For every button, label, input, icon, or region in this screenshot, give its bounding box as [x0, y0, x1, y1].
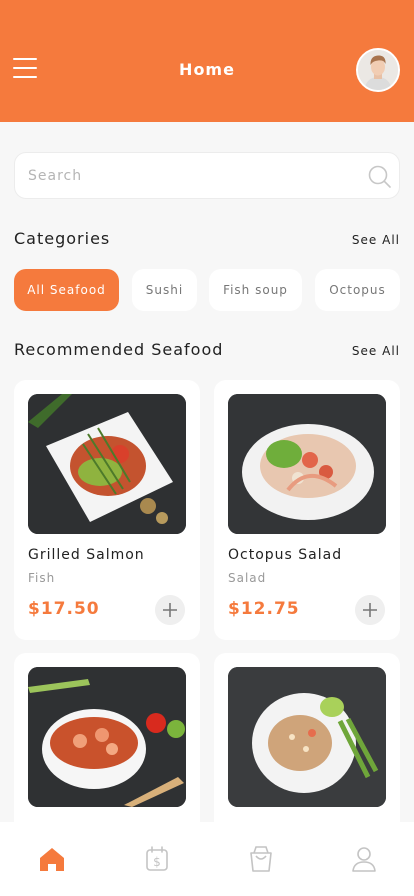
app-header: Home	[0, 0, 414, 122]
food-card[interactable]: Octopus Salad Salad $12.75	[214, 380, 400, 640]
recommended-title: Recommended Seafood	[14, 340, 224, 359]
search-input[interactable]	[28, 165, 348, 187]
food-image	[28, 667, 186, 807]
categories-see-all-link[interactable]: See All	[352, 233, 400, 247]
profile-icon[interactable]	[349, 844, 379, 874]
shopping-bag-icon[interactable]	[246, 844, 276, 874]
search-bar	[14, 152, 400, 199]
food-name: Grilled Salmon	[28, 547, 145, 563]
chip-sushi[interactable]: Sushi	[132, 269, 197, 311]
page-title: Home	[179, 60, 235, 79]
add-to-cart-button[interactable]	[155, 595, 185, 625]
food-image	[28, 394, 186, 534]
food-category: Salad	[228, 571, 267, 585]
food-price: $12.75	[228, 599, 300, 619]
add-to-cart-button[interactable]	[355, 595, 385, 625]
chip-fish-soup[interactable]: Fish soup	[209, 269, 302, 311]
food-category: Fish	[28, 571, 56, 585]
chip-all-seafood[interactable]: All Seafood	[14, 269, 119, 311]
avatar[interactable]	[356, 48, 400, 92]
categories-title: Categories	[14, 229, 111, 248]
search-icon[interactable]	[367, 164, 393, 190]
food-card[interactable]: Grilled Salmon Fish $17.50	[14, 380, 200, 640]
food-name: Octopus Salad	[228, 547, 343, 563]
recommended-see-all-link[interactable]: See All	[352, 344, 400, 358]
food-image	[228, 667, 386, 807]
food-image	[228, 394, 386, 534]
home-icon[interactable]	[37, 844, 67, 874]
food-price: $17.50	[28, 599, 100, 619]
receipt-icon[interactable]: $	[142, 844, 172, 874]
chip-octopus[interactable]: Octopus	[315, 269, 400, 311]
bottom-tab-bar: $	[0, 822, 414, 896]
svg-text:$: $	[153, 855, 161, 869]
